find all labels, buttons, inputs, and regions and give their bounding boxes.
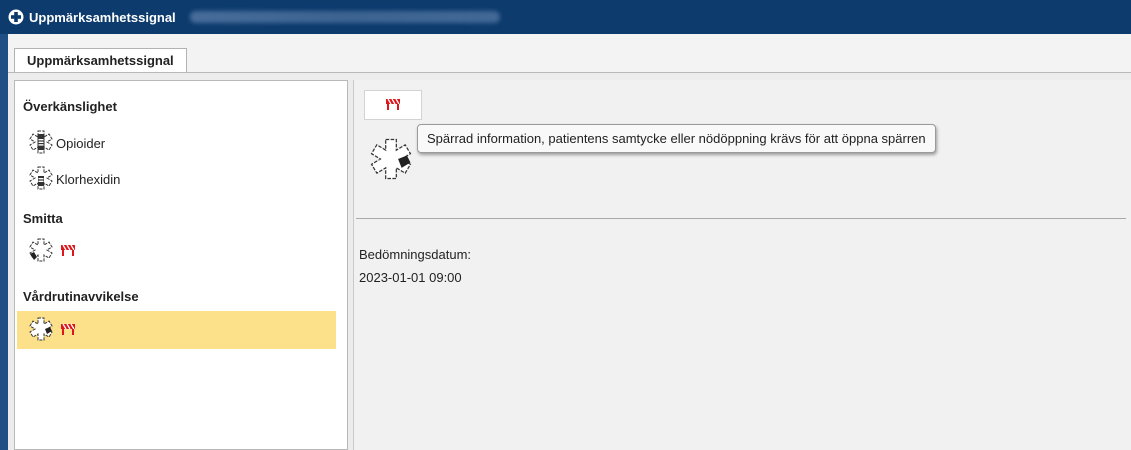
infection-star-icon (28, 237, 54, 266)
redacted-patient-info (189, 11, 500, 23)
unlock-barrier-button[interactable] (364, 90, 422, 120)
detail-divider (356, 218, 1126, 219)
tab-strip: Uppmärksamhetssignal (8, 34, 1131, 73)
barrier-lock-icon (60, 322, 76, 339)
app-plus-icon (8, 9, 24, 25)
tree-item-opioider[interactable]: Opioider (28, 129, 105, 157)
window-title: Uppmärksamhetssignal (29, 9, 176, 25)
barrier-lock-icon (60, 243, 76, 260)
barrier-lock-icon (385, 97, 401, 114)
main-window: Uppmärksamhetssignal Överkänslighet Opio… (8, 34, 1131, 450)
category-vardrutinavvikelse: Vårdrutinavvikelse (23, 289, 139, 304)
tree-item-label: Klorhexidin (56, 171, 121, 187)
care-deviation-star-icon (28, 316, 54, 345)
allergy-star-icon (28, 165, 54, 194)
tree-item-label: Opioider (56, 135, 106, 151)
window-titlebar: Uppmärksamhetssignal (0, 0, 1131, 34)
assessment-date-label: Bedömningsdatum: (359, 247, 472, 262)
category-smitta: Smitta (23, 211, 63, 226)
signal-detail-panel: Spärrad information, patientens samtycke… (353, 80, 1131, 450)
signal-tree-panel: Överkänslighet Opioider Klorhexidin Smit… (14, 80, 348, 450)
locked-info-tooltip: Spärrad information, patientens samtycke… (417, 124, 936, 153)
assessment-date-value: 2023-01-01 09:00 (359, 270, 462, 285)
tree-item-klorhexidin[interactable]: Klorhexidin (28, 165, 120, 193)
tree-item-smitta-locked[interactable] (28, 237, 76, 265)
tree-item-vardrutinavvikelse-locked[interactable] (17, 311, 336, 349)
allergy-star-icon (28, 129, 54, 158)
care-deviation-star-icon (368, 136, 414, 185)
tab-uppmarksamhetssignal[interactable]: Uppmärksamhetssignal (14, 48, 187, 72)
category-overkanslighet: Överkänslighet (23, 99, 117, 114)
